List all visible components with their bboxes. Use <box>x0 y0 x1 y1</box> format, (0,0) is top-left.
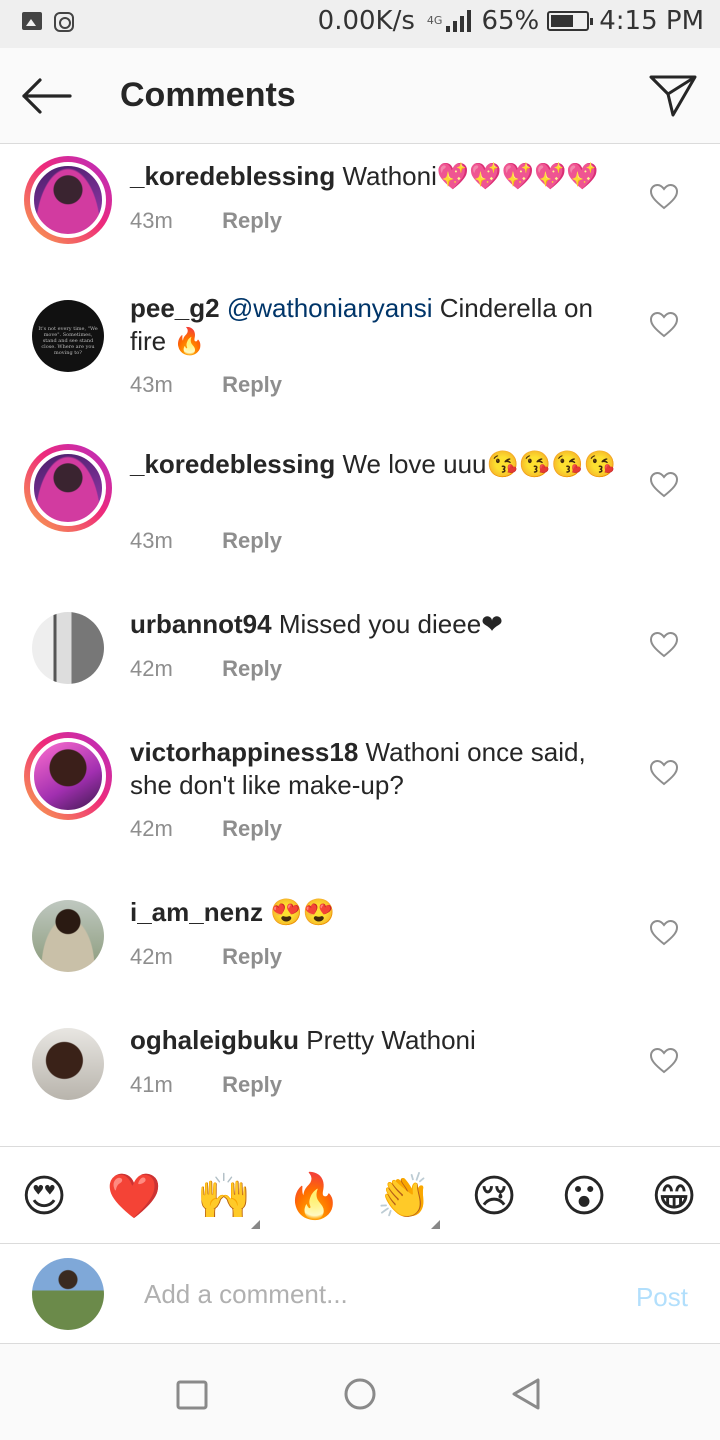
comment-time: 42m <box>130 944 173 969</box>
reply-button[interactable]: Reply <box>222 208 282 233</box>
emoji-raising-hands-glyph: 🙌 <box>196 1171 252 1222</box>
signal-icon <box>446 10 472 32</box>
network-speed: 0.00K/s <box>317 6 415 36</box>
reply-button[interactable]: Reply <box>222 816 282 841</box>
gallery-notification-icon <box>22 12 42 30</box>
system-navigation-bar <box>0 1344 720 1440</box>
emoji-crying-face-button[interactable]: 😢 <box>466 1169 522 1225</box>
comment-time: 43m <box>130 528 173 553</box>
emoji-clapping-hands-glyph: 👏 <box>376 1171 432 1222</box>
comment-composer: Post <box>0 1244 720 1344</box>
emoji-quick-bar: 😍 ❤️ 🙌 🔥 👏 😢 😮 😁 <box>0 1146 720 1244</box>
direct-share-button[interactable] <box>648 72 698 118</box>
recent-apps-icon[interactable] <box>172 1374 212 1414</box>
comment-time: 41m <box>130 1072 173 1097</box>
avatar[interactable] <box>24 892 112 980</box>
instagram-notification-icon <box>54 12 74 32</box>
avatar[interactable] <box>24 1020 112 1108</box>
emoji-red-heart-button[interactable]: ❤️ <box>106 1169 162 1225</box>
comment-time: 42m <box>130 816 173 841</box>
reply-button[interactable]: Reply <box>222 944 282 969</box>
emoji-surprised-face-button[interactable]: 😮 <box>556 1169 612 1225</box>
comment-text: Missed you dieee❤ <box>278 609 503 639</box>
post-button[interactable]: Post <box>636 1282 688 1313</box>
comment-text: 😍😍 <box>270 897 335 927</box>
avatar[interactable] <box>24 156 112 244</box>
reply-button[interactable]: Reply <box>222 528 282 553</box>
comment-username[interactable]: i_am_nenz <box>130 897 263 927</box>
comment-time: 42m <box>130 656 173 681</box>
comment-username[interactable]: pee_g2 <box>130 293 220 323</box>
current-user-avatar <box>32 1258 104 1330</box>
avatar[interactable] <box>24 604 112 692</box>
comment-mention[interactable]: @wathonianyansi <box>227 293 433 323</box>
comment-username[interactable]: urbannot94 <box>130 609 272 639</box>
reply-button[interactable]: Reply <box>222 1072 282 1097</box>
like-heart-icon[interactable] <box>650 1048 678 1074</box>
emoji-raising-hands-button[interactable]: 🙌 <box>196 1169 260 1229</box>
arrow-left-icon <box>22 78 72 114</box>
skin-tone-indicator-icon <box>251 1220 260 1229</box>
skin-tone-indicator-icon <box>431 1220 440 1229</box>
like-heart-icon[interactable] <box>650 312 678 338</box>
comment-text: Pretty Wathoni <box>306 1025 476 1055</box>
emoji-heart-eyes-button[interactable]: 😍 <box>16 1169 72 1225</box>
header: Comments <box>0 48 720 144</box>
reply-button[interactable]: Reply <box>222 656 282 681</box>
comment-username[interactable]: victorhappiness18 <box>130 737 358 767</box>
battery-percent: 65% <box>481 6 540 36</box>
like-heart-icon[interactable] <box>650 632 678 658</box>
status-bar: 0.00K/s 4G 65% 4:15 PM <box>0 0 720 48</box>
home-icon[interactable] <box>340 1374 380 1414</box>
comment-text: We love uuu😘😘😘😘 <box>342 449 616 479</box>
like-heart-icon[interactable] <box>650 920 678 946</box>
comment-username[interactable]: oghaleigbuku <box>130 1025 299 1055</box>
like-heart-icon[interactable] <box>650 472 678 498</box>
comment-text: Wathoni💖💖💖💖💖 <box>342 161 599 191</box>
comment-time: 43m <box>130 208 173 233</box>
comment-time: 43m <box>130 372 173 397</box>
emoji-fire-button[interactable]: 🔥 <box>286 1169 342 1225</box>
avatar[interactable] <box>24 444 112 532</box>
like-heart-icon[interactable] <box>650 184 678 210</box>
back-button[interactable] <box>20 76 74 116</box>
reply-button[interactable]: Reply <box>222 372 282 397</box>
clock: 4:15 PM <box>599 6 704 36</box>
comment-username[interactable]: _koredeblessing <box>130 161 335 191</box>
like-heart-icon[interactable] <box>650 760 678 786</box>
paper-plane-icon <box>649 75 697 117</box>
comment-input[interactable] <box>144 1274 604 1314</box>
emoji-grinning-face-button[interactable]: 😁 <box>646 1169 702 1225</box>
page-title: Comments <box>120 76 296 114</box>
avatar[interactable] <box>24 732 112 820</box>
battery-icon <box>547 11 594 31</box>
comment-username[interactable]: _koredeblessing <box>130 449 335 479</box>
avatar[interactable]: It's not every time, "We move". Sometime… <box>24 292 112 380</box>
avatar-text: It's not every time, "We move". Sometime… <box>38 326 98 356</box>
emoji-clapping-hands-button[interactable]: 👏 <box>376 1169 440 1229</box>
network-type: 4G <box>426 14 443 27</box>
back-triangle-icon[interactable] <box>508 1374 548 1414</box>
